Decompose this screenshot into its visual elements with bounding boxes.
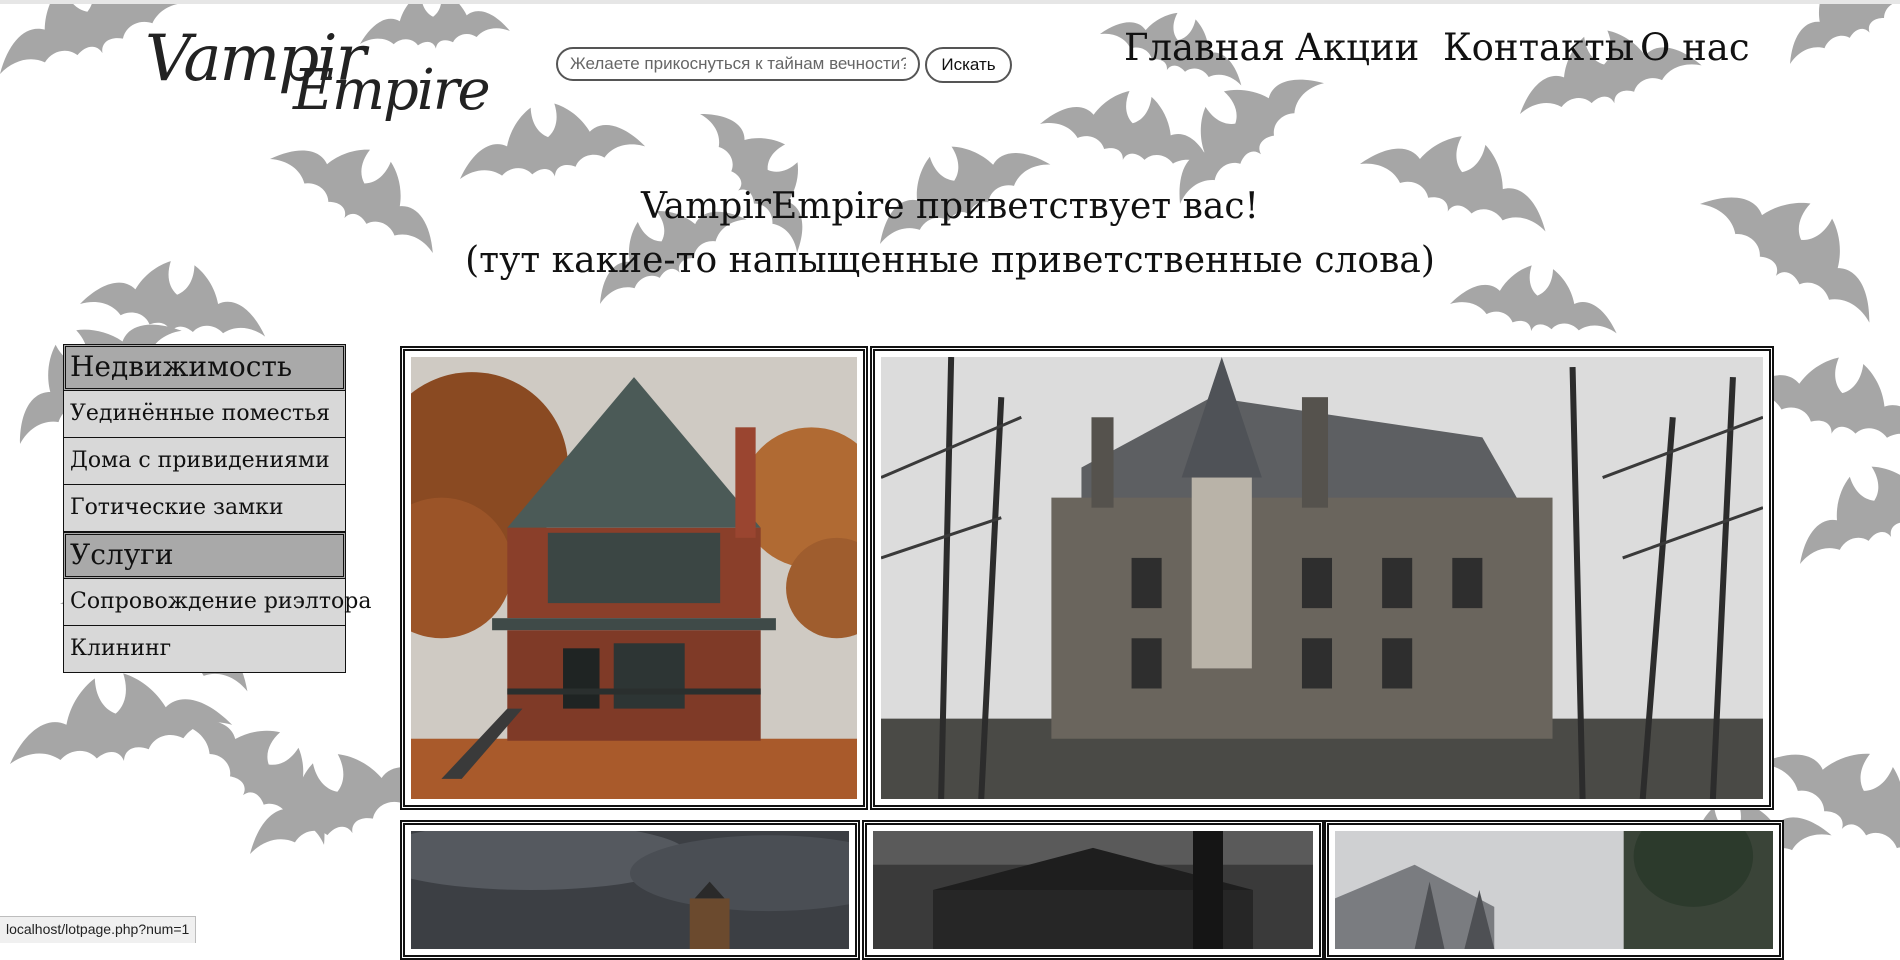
nav-link-contacts[interactable]: Контакты	[1443, 26, 1634, 69]
sidebar-item-secluded-estates[interactable]: Уединённые поместья	[63, 391, 346, 438]
sidebar-item-cleaning[interactable]: Клининг	[63, 626, 346, 673]
gallery-item-dark-crypt[interactable]	[862, 820, 1324, 960]
stormy-tower-image	[411, 831, 849, 949]
sidebar-item-gothic-castles[interactable]: Готические замки	[63, 485, 346, 532]
gallery-item-gothic-castle[interactable]	[1324, 820, 1784, 960]
sidebar-item-haunted-houses[interactable]: Дома с привидениями	[63, 438, 346, 485]
gothic-manor-image	[881, 357, 1763, 799]
logo-text-empire: Empire	[293, 58, 491, 123]
site-logo[interactable]: Vampir Empire	[145, 22, 491, 132]
gallery-item-gothic-manor[interactable]	[870, 346, 1774, 810]
gallery-item-victorian-house[interactable]	[400, 346, 868, 810]
victorian-house-image	[411, 357, 857, 799]
browser-status-url: localhost/lotpage.php?num=1	[0, 916, 197, 943]
search-button[interactable]: Искать	[925, 47, 1012, 83]
category-sidebar: Недвижимость Уединённые поместья Дома с …	[63, 344, 372, 673]
greeting-title: VampirEmpire приветствует вас!	[640, 186, 1260, 227]
nav-link-promos[interactable]: Акции	[1295, 26, 1419, 69]
sidebar-heading-real-estate[interactable]: Недвижимость	[63, 344, 346, 391]
greeting-subtitle: (тут какие-то напыщенные приветственные …	[465, 240, 1435, 281]
search-input[interactable]	[556, 47, 920, 81]
dark-crypt-image	[873, 831, 1313, 949]
gallery-item-stormy-tower[interactable]	[400, 820, 860, 960]
sidebar-heading-services[interactable]: Услуги	[63, 532, 346, 579]
nav-link-main[interactable]: Главная	[1124, 26, 1285, 69]
nav-link-about[interactable]: О нас	[1640, 26, 1750, 69]
sidebar-item-realtor-support[interactable]: Сопровождение риэлтора	[63, 579, 372, 626]
gothic-castle-image	[1335, 831, 1773, 949]
